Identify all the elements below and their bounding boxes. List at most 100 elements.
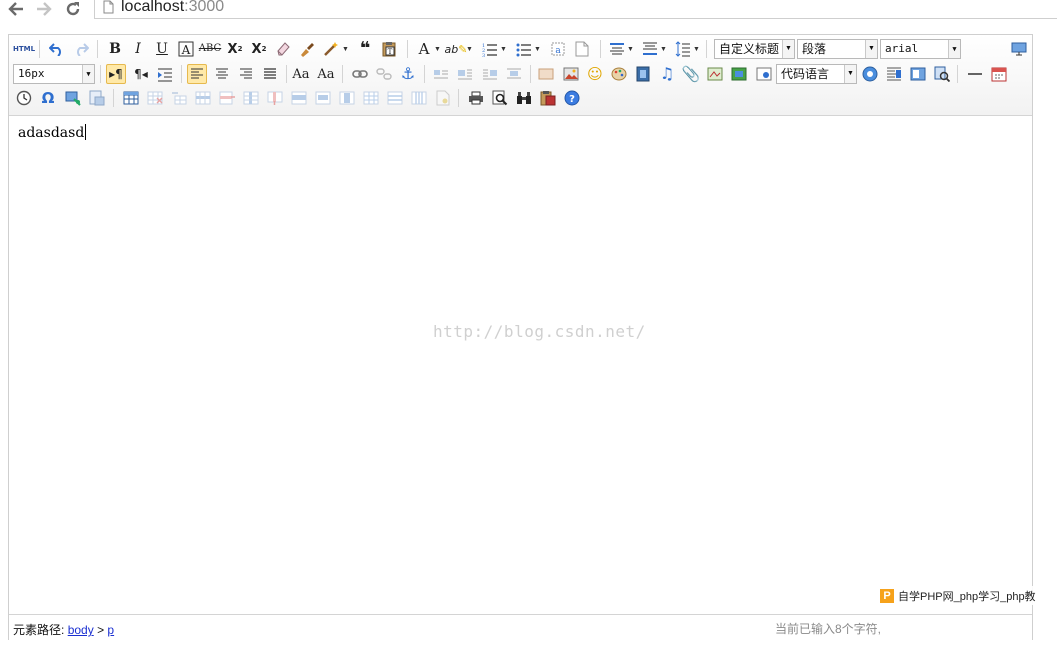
chevron-down-icon[interactable]: ▼ <box>466 39 473 59</box>
word-image-icon[interactable] <box>87 88 107 108</box>
anchor-icon[interactable]: ⚓ <box>398 64 418 84</box>
search-replace-icon[interactable] <box>932 64 952 84</box>
link-icon[interactable] <box>350 64 370 84</box>
custom-heading-select[interactable]: 自定义标题 ▼ <box>714 39 795 59</box>
table-properties-icon[interactable] <box>433 88 453 108</box>
special-char-omega-icon[interactable]: Ω <box>38 88 58 108</box>
select-all-icon[interactable]: a <box>548 39 568 59</box>
ordered-list-icon[interactable]: 123 <box>480 39 500 59</box>
chevron-down-icon[interactable]: ▼ <box>660 39 667 59</box>
paste-plain-icon[interactable]: T <box>379 39 399 59</box>
font-size-select[interactable]: 16px ▼ <box>13 64 95 84</box>
forward-arrow-icon[interactable] <box>34 0 54 18</box>
align-left-icon[interactable] <box>187 64 207 84</box>
insert-col-icon[interactable] <box>241 88 261 108</box>
attachment-icon[interactable]: 📎 <box>681 64 701 84</box>
underline-icon[interactable]: U <box>152 39 172 59</box>
chevron-down-icon[interactable]: ▼ <box>693 39 700 59</box>
uppercase-icon[interactable]: Aa <box>291 64 311 84</box>
line-height-icon[interactable] <box>673 39 693 59</box>
insert-row-icon[interactable] <box>193 88 213 108</box>
preview-icon[interactable] <box>490 88 510 108</box>
merge-right-icon[interactable] <box>313 88 333 108</box>
clear-document-icon[interactable] <box>572 39 592 59</box>
split-to-cols-icon[interactable] <box>409 88 429 108</box>
gmap-icon[interactable] <box>729 64 749 84</box>
delete-row-icon[interactable] <box>217 88 237 108</box>
music-icon[interactable]: ♫ <box>657 64 677 84</box>
scrawl-icon[interactable] <box>609 64 629 84</box>
simple-upload-icon[interactable] <box>536 64 556 84</box>
element-path-p-link[interactable]: p <box>107 623 114 637</box>
chevron-down-icon[interactable]: ▼ <box>434 39 441 59</box>
insert-video-icon[interactable] <box>633 64 653 84</box>
calendar-icon[interactable] <box>989 64 1009 84</box>
chevron-down-icon[interactable]: ▼ <box>342 39 349 59</box>
format-painter-icon[interactable] <box>297 39 317 59</box>
image-right-icon[interactable] <box>480 64 500 84</box>
row-spacing-bottom-icon[interactable] <box>640 39 660 59</box>
code-language-select[interactable]: 代码语言 ▼ <box>776 64 857 84</box>
snap-screen-icon[interactable] <box>63 88 83 108</box>
merge-cells-icon[interactable] <box>289 88 309 108</box>
undo-icon[interactable] <box>47 39 67 59</box>
horizontal-rule-icon[interactable] <box>965 64 985 84</box>
reload-icon[interactable] <box>63 0 83 18</box>
indent-icon[interactable] <box>155 64 175 84</box>
template-icon[interactable] <box>884 64 904 84</box>
back-arrow-icon[interactable] <box>6 0 26 18</box>
content-paragraph[interactable]: adasdasd <box>18 124 87 141</box>
align-right-icon[interactable] <box>236 64 256 84</box>
insert-table-icon[interactable] <box>121 88 141 108</box>
eraser-icon[interactable] <box>273 39 293 59</box>
image-center-icon[interactable] <box>504 64 524 84</box>
delete-col-icon[interactable] <box>265 88 285 108</box>
paragraph-format-select[interactable]: 段落 ▼ <box>797 39 878 59</box>
merge-down-icon[interactable] <box>337 88 357 108</box>
print-icon[interactable] <box>466 88 486 108</box>
font-family-select[interactable]: arial ▼ <box>880 39 961 59</box>
search-binoculars-icon[interactable] <box>514 88 534 108</box>
bold-icon[interactable]: B <box>105 39 125 59</box>
highlight-color-icon[interactable]: ab ✎ <box>445 39 468 59</box>
delete-table-icon[interactable] <box>145 88 165 108</box>
align-center-icon[interactable] <box>212 64 232 84</box>
blockquote-icon[interactable]: ❝ <box>355 39 375 59</box>
clock-icon[interactable] <box>14 88 34 108</box>
split-to-rows-icon[interactable] <box>385 88 405 108</box>
draft-icon[interactable] <box>538 88 558 108</box>
superscript-icon[interactable]: X2 <box>225 39 245 59</box>
unlink-icon[interactable] <box>374 64 394 84</box>
insert-paragraph-before-table-icon[interactable] <box>169 88 189 108</box>
emotion-icon[interactable]: ☺ <box>585 64 605 84</box>
align-justify-icon[interactable] <box>260 64 280 84</box>
chevron-down-icon[interactable]: ▼ <box>627 39 634 59</box>
italic-icon[interactable]: I <box>128 39 148 59</box>
font-color-icon[interactable]: A <box>414 39 434 59</box>
unordered-list-icon[interactable] <box>514 39 534 59</box>
strikethrough-icon[interactable]: ABC <box>199 39 221 59</box>
magic-wand-icon[interactable] <box>321 39 341 59</box>
row-spacing-top-icon[interactable] <box>607 39 627 59</box>
subscript-icon[interactable]: X2 <box>249 39 269 59</box>
split-to-cells-icon[interactable] <box>361 88 381 108</box>
image-left-icon[interactable] <box>455 64 475 84</box>
page-break-icon[interactable] <box>860 64 880 84</box>
direction-ltr-icon[interactable]: ▸¶ <box>106 64 126 84</box>
fullscreen-icon[interactable] <box>1009 39 1029 59</box>
html-source-button[interactable]: HTML <box>13 39 35 59</box>
map-icon[interactable] <box>705 64 725 84</box>
insert-frame-icon[interactable] <box>754 64 774 84</box>
lowercase-icon[interactable]: Aa <box>316 64 336 84</box>
chevron-down-icon[interactable]: ▼ <box>534 39 541 59</box>
element-path-body-link[interactable]: body <box>68 623 94 637</box>
font-border-icon[interactable]: A <box>176 39 196 59</box>
direction-rtl-icon[interactable]: ¶◂ <box>131 64 151 84</box>
address-bar[interactable]: localhost:3000 <box>94 0 1057 19</box>
image-none-icon[interactable] <box>431 64 451 84</box>
background-icon[interactable] <box>908 64 928 84</box>
help-icon[interactable]: ? <box>562 88 582 108</box>
editor-content-area[interactable]: adasdasd http://blog.csdn.net/ <box>9 116 1032 614</box>
chevron-down-icon[interactable]: ▼ <box>500 39 507 59</box>
redo-icon[interactable] <box>71 39 91 59</box>
